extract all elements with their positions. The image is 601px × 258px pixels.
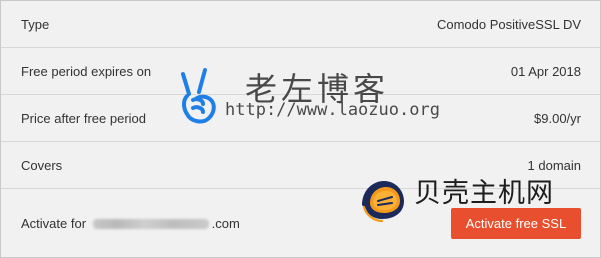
free-period-expires-label: Free period expires on xyxy=(21,63,152,79)
row-activate: Activate for .com Activate free SSL xyxy=(1,189,600,257)
row-price-after-free: Price after free period $9.00/yr xyxy=(1,95,600,142)
row-type: Type Comodo PositiveSSL DV xyxy=(1,1,600,48)
domain-suffix: .com xyxy=(211,215,240,231)
free-period-expires-value: 01 Apr 2018 xyxy=(510,63,581,79)
activate-free-ssl-button-label: Activate free SSL xyxy=(465,215,567,231)
activate-for-label: Activate for xyxy=(21,215,87,231)
type-label: Type xyxy=(21,16,50,32)
ssl-details-panel: Type Comodo PositiveSSL DV Free period e… xyxy=(0,0,601,258)
row-free-period-expires: Free period expires on 01 Apr 2018 xyxy=(1,48,600,95)
covers-value: 1 domain xyxy=(527,157,581,173)
price-after-free-value: $9.00/yr xyxy=(534,110,581,126)
activate-for-text: Activate for .com xyxy=(21,217,240,230)
row-covers: Covers 1 domain xyxy=(1,142,600,189)
type-value: Comodo PositiveSSL DV xyxy=(436,16,581,32)
redacted-domain-blur xyxy=(92,218,209,229)
price-after-free-label: Price after free period xyxy=(21,110,147,126)
activate-free-ssl-button[interactable]: Activate free SSL xyxy=(451,207,581,239)
covers-label: Covers xyxy=(21,157,63,173)
